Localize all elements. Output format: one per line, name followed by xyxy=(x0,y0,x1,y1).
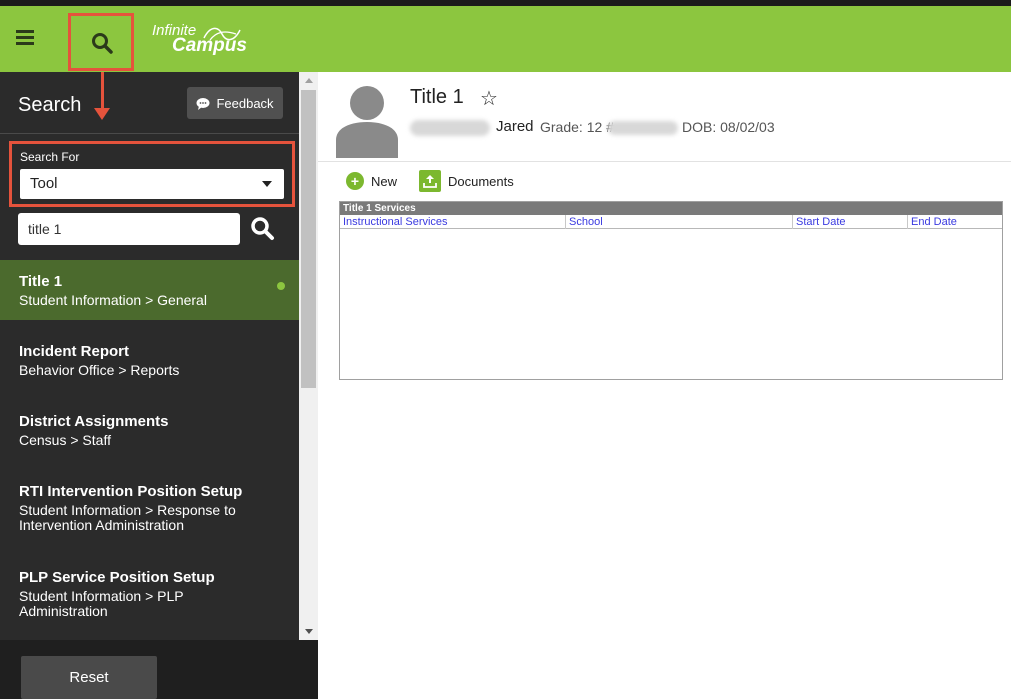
search-icon xyxy=(251,217,274,240)
infinite-campus-logo: Infinite Campus xyxy=(152,22,247,57)
reset-button[interactable]: Reset xyxy=(21,656,157,699)
sidebar-title: Search xyxy=(18,94,82,116)
column-instructional-services[interactable]: Instructional Services xyxy=(340,215,566,229)
search-result-incident-report[interactable]: Incident Report Behavior Office > Report… xyxy=(0,330,299,390)
redacted-last-name xyxy=(410,120,490,136)
column-school[interactable]: School xyxy=(566,215,793,229)
search-result-district-assignments[interactable]: District Assignments Census > Staff xyxy=(0,400,299,460)
scrollbar-thumb[interactable] xyxy=(301,90,316,388)
sidebar-footer: Reset xyxy=(0,640,318,699)
search-for-value: Tool xyxy=(30,175,58,192)
documents-button[interactable]: Documents xyxy=(419,170,514,192)
sidebar-divider xyxy=(0,133,299,134)
search-result-plp-service-position-setup[interactable]: PLP Service Position Setup Student Infor… xyxy=(0,556,299,636)
search-icon xyxy=(92,33,113,54)
search-input[interactable]: title 1 xyxy=(18,213,240,245)
logo-infinity-icon xyxy=(203,27,241,41)
search-for-group: Search For Tool xyxy=(9,141,295,207)
result-path: Behavior Office > Reports xyxy=(19,362,180,378)
hamburger-menu-button[interactable] xyxy=(16,27,50,57)
sidebar-scrollbar[interactable] xyxy=(299,72,318,640)
result-path: Student Information > PLP Administration xyxy=(19,588,184,619)
chat-bubble-icon xyxy=(196,97,210,110)
search-toggle-button[interactable] xyxy=(68,13,134,71)
scroll-up-arrow-icon[interactable] xyxy=(305,78,313,83)
top-dark-band xyxy=(0,0,1011,6)
active-indicator-dot xyxy=(277,282,285,290)
search-for-select[interactable]: Tool xyxy=(20,169,284,199)
student-dob: DOB: 08/02/03 xyxy=(682,119,775,135)
search-result-title-1[interactable]: Title 1 Student Information > General xyxy=(0,260,299,320)
result-path: Student Information > General xyxy=(19,292,207,308)
student-avatar xyxy=(336,86,398,158)
result-title: PLP Service Position Setup xyxy=(19,569,215,586)
favorite-star-icon[interactable]: ☆ xyxy=(480,86,498,111)
search-submit-button[interactable] xyxy=(250,216,278,244)
title1-services-table: Title 1 Services Instructional Services … xyxy=(339,201,1003,380)
result-path: Census > Staff xyxy=(19,432,111,448)
annotation-arrow-line xyxy=(101,72,104,110)
search-sidebar: Search Feedback Search For Tool title 1 … xyxy=(0,72,318,699)
upload-icon xyxy=(419,170,441,192)
table-header-row: Instructional Services School Start Date… xyxy=(340,215,1002,229)
page-title: Title 1 xyxy=(410,86,464,108)
search-result-rti-intervention-position-setup[interactable]: RTI Intervention Position Setup Student … xyxy=(0,470,299,550)
add-icon: + xyxy=(346,172,364,190)
student-grade: Grade: 12 # xyxy=(540,119,614,135)
column-start-date[interactable]: Start Date xyxy=(793,215,908,229)
table-title: Title 1 Services xyxy=(340,202,1002,215)
annotation-arrow-head xyxy=(94,108,110,120)
column-end-date[interactable]: End Date xyxy=(908,215,1002,229)
result-title: Title 1 xyxy=(19,273,63,290)
documents-label: Documents xyxy=(448,173,514,189)
result-title: RTI Intervention Position Setup xyxy=(19,483,243,500)
result-title: District Assignments xyxy=(19,413,169,430)
hamburger-icon xyxy=(16,30,34,33)
top-bar: Infinite Campus xyxy=(0,0,1011,72)
new-button[interactable]: + New xyxy=(346,172,397,190)
new-label: New xyxy=(371,173,398,189)
header-divider xyxy=(318,161,1011,162)
result-path: Student Information > Response to Interv… xyxy=(19,502,236,533)
caret-down-icon xyxy=(262,181,272,187)
redacted-student-id xyxy=(608,121,678,135)
feedback-label: Feedback xyxy=(216,95,274,111)
result-title: Incident Report xyxy=(19,343,130,360)
feedback-button[interactable]: Feedback xyxy=(187,87,283,119)
main-content: Title 1 ☆ Jared Grade: 12 # DOB: 08/02/0… xyxy=(318,72,1011,699)
scroll-down-arrow-icon[interactable] xyxy=(305,629,313,634)
student-first-name: Jared xyxy=(496,118,534,135)
search-for-label: Search For xyxy=(20,150,80,164)
